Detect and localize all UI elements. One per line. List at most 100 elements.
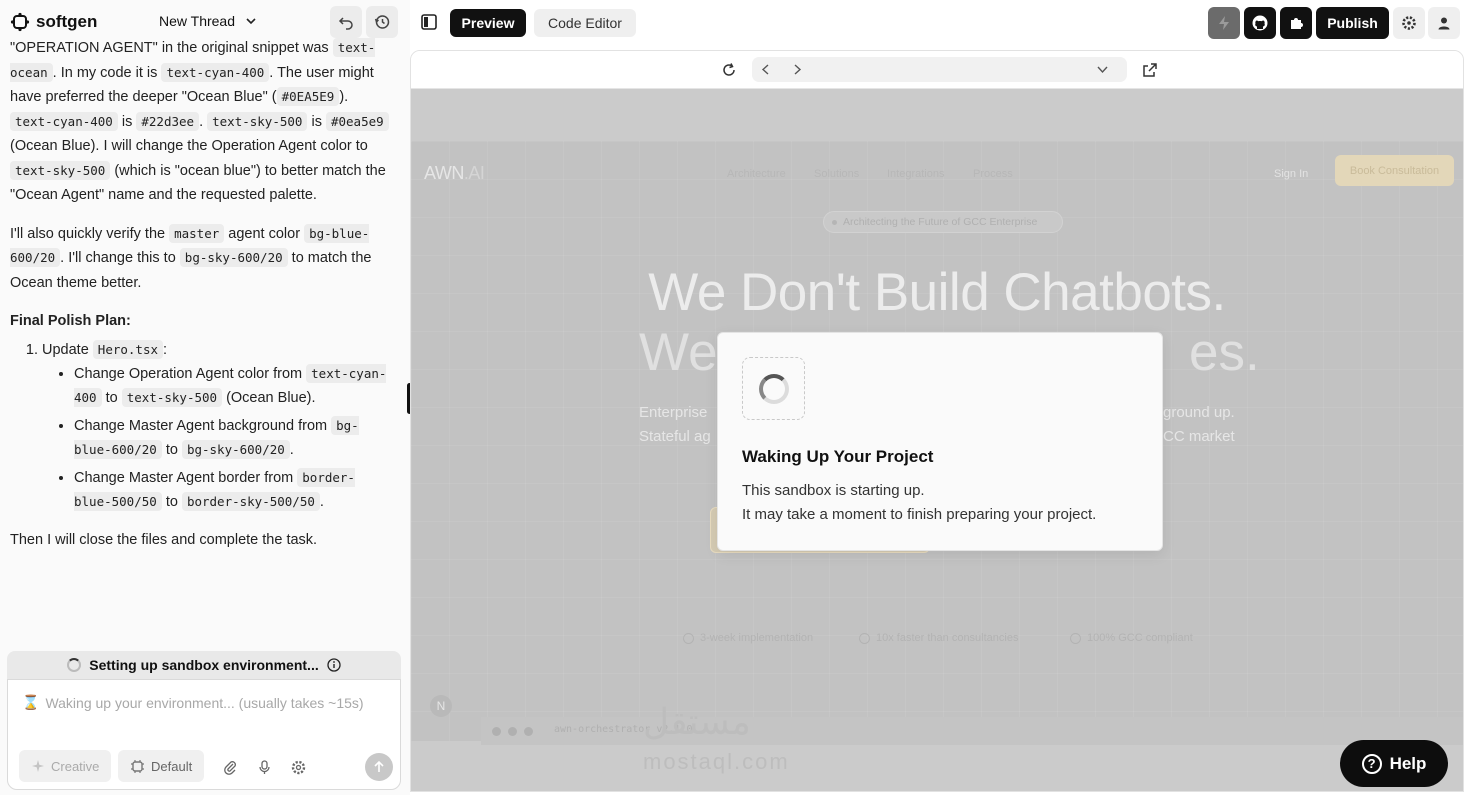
brand-name: softgen [36, 12, 98, 31]
site-feature: 100% GCC compliant [1070, 632, 1193, 644]
nextjs-badge[interactable]: N [430, 695, 452, 717]
inline-code: #0ea5e9 [325, 111, 389, 131]
history-button[interactable] [366, 6, 398, 38]
url-field[interactable] [752, 57, 1127, 82]
preview-url-bar [411, 51, 1463, 89]
pill-dot-icon [832, 219, 837, 225]
lightning-icon [1219, 16, 1229, 30]
sparkle-icon [32, 760, 44, 772]
modal-spinner-box [742, 357, 805, 420]
microphone-icon [258, 759, 270, 774]
creative-mode-button[interactable]: Creative [19, 750, 112, 782]
site-feature: 3-week implementation [683, 632, 813, 644]
text-run: to [161, 442, 182, 458]
thread-title: New Thread [159, 13, 236, 29]
inline-code: bg-sky-600/20 [181, 440, 290, 459]
default-model-label: Default [151, 758, 193, 774]
site-hero-subtext: ground up. [1163, 404, 1235, 421]
message-composer[interactable]: ⌛ Waking up your environment... (usually… [7, 679, 401, 790]
site-navbar: AWN.AI Architecture Solutions Integratio… [411, 141, 1463, 201]
paperclip-icon [223, 760, 236, 775]
puzzle-icon [1291, 18, 1303, 29]
text-run: Change Master Agent border from [74, 470, 298, 486]
app-root: softgen New Thread "OPERATION AGENT" in … [0, 0, 1464, 795]
composer-placeholder[interactable]: ⌛ Waking up your environment... (usually… [22, 694, 364, 711]
site-nav-process[interactable]: Process [973, 168, 1013, 180]
inline-code: text-cyan-400 [161, 62, 270, 82]
send-button[interactable] [365, 753, 393, 781]
help-button[interactable]: ? Help [1340, 740, 1448, 787]
waking-up-modal: Waking Up Your Project This sandbox is s… [717, 332, 1163, 551]
history-icon [374, 15, 390, 29]
settings-button[interactable] [289, 758, 307, 776]
site-hero-subtext: Enterprise [639, 404, 708, 421]
site-book-consultation-button[interactable]: Book Consultation [1335, 155, 1454, 186]
thread-selector[interactable]: New Thread [159, 13, 257, 29]
undo-button[interactable] [330, 6, 362, 38]
publish-button[interactable]: Publish [1316, 7, 1389, 39]
site-nav-architecture[interactable]: Architecture [727, 168, 786, 180]
text-run: Change Master Agent background from [74, 418, 332, 434]
external-link-icon[interactable] [1142, 62, 1158, 78]
site-nav-integrations[interactable]: Integrations [887, 168, 944, 180]
pill-text: Architecting the Future of GCC Enterpris… [843, 216, 1038, 228]
text-run: is [307, 113, 326, 130]
inline-code: text-cyan-400 [10, 111, 118, 131]
inline-code: text-sky-500 [121, 388, 223, 407]
site-hero-heading-line2-end: es. [1189, 323, 1260, 382]
info-icon[interactable] [327, 658, 341, 672]
inline-code: text-sky-500 [10, 160, 111, 180]
clock-icon [859, 632, 870, 644]
text-run: . [319, 494, 324, 510]
voice-input-button[interactable] [255, 758, 273, 776]
bolt-icon [683, 632, 694, 644]
site-nav-solutions[interactable]: Solutions [814, 168, 859, 180]
attach-button[interactable] [221, 758, 239, 776]
chevron-right-icon[interactable] [792, 64, 802, 75]
plan-bullets: Change Operation Agent color from text-c… [42, 362, 392, 514]
extensions-button[interactable] [1280, 7, 1312, 39]
site-hero-heading: We Don't Build Chatbots. [648, 263, 1226, 322]
github-button[interactable] [1244, 7, 1276, 39]
text-run: Change Operation Agent color from [74, 366, 307, 382]
text-run: (Ocean Blue). [222, 390, 316, 406]
brand-logo[interactable]: softgen [10, 12, 97, 32]
site-hero-heading-line2-start: We [639, 323, 718, 382]
arrow-up-icon [374, 760, 384, 772]
text-run: ). [339, 89, 349, 105]
chevron-down-icon[interactable] [1097, 65, 1108, 74]
site-sign-in[interactable]: Sign In [1274, 168, 1308, 180]
text-run: : [163, 341, 168, 358]
preview-panel: Preview Code Editor Publish AWN.AI Archi… [410, 0, 1464, 795]
chat-messages: "OPERATION AGENT" in the original snippe… [0, 36, 402, 646]
help-label: Help [1389, 753, 1427, 773]
text-run: to [161, 494, 182, 510]
lightning-button[interactable] [1208, 7, 1240, 39]
text-run: I'll also quickly verify the [10, 225, 170, 242]
inline-code: text-sky-500 [207, 111, 308, 131]
terminal-dot [524, 727, 533, 736]
tab-preview[interactable]: Preview [450, 9, 526, 37]
site-logo: AWN.AI [424, 163, 485, 183]
watermark-arabic: مستقل [643, 701, 751, 742]
chevron-left-icon[interactable] [761, 64, 771, 75]
project-settings-button[interactable] [1393, 7, 1425, 39]
inline-code: bg-sky-600/20 [179, 248, 288, 267]
gear-icon [1402, 16, 1416, 30]
user-icon [1438, 17, 1450, 30]
loading-spinner-icon [758, 373, 789, 404]
text-run: . [289, 442, 294, 458]
preview-viewport: AWN.AI Architecture Solutions Integratio… [411, 89, 1463, 791]
default-model-button[interactable]: Default [118, 750, 205, 782]
text-run: . [199, 113, 208, 130]
undo-icon [338, 17, 353, 30]
text-run: Update [42, 341, 93, 358]
preview-frame: AWN.AI Architecture Solutions Integratio… [410, 50, 1464, 792]
text-run: . I'll change this to [60, 250, 180, 266]
tab-code-editor[interactable]: Code Editor [534, 9, 636, 37]
globe-icon [1070, 632, 1081, 644]
refresh-icon[interactable] [721, 62, 737, 78]
chat-paragraph: I'll also quickly verify the master agen… [10, 222, 392, 296]
sidebar-toggle-icon[interactable] [420, 13, 438, 31]
account-button[interactable] [1428, 7, 1460, 39]
